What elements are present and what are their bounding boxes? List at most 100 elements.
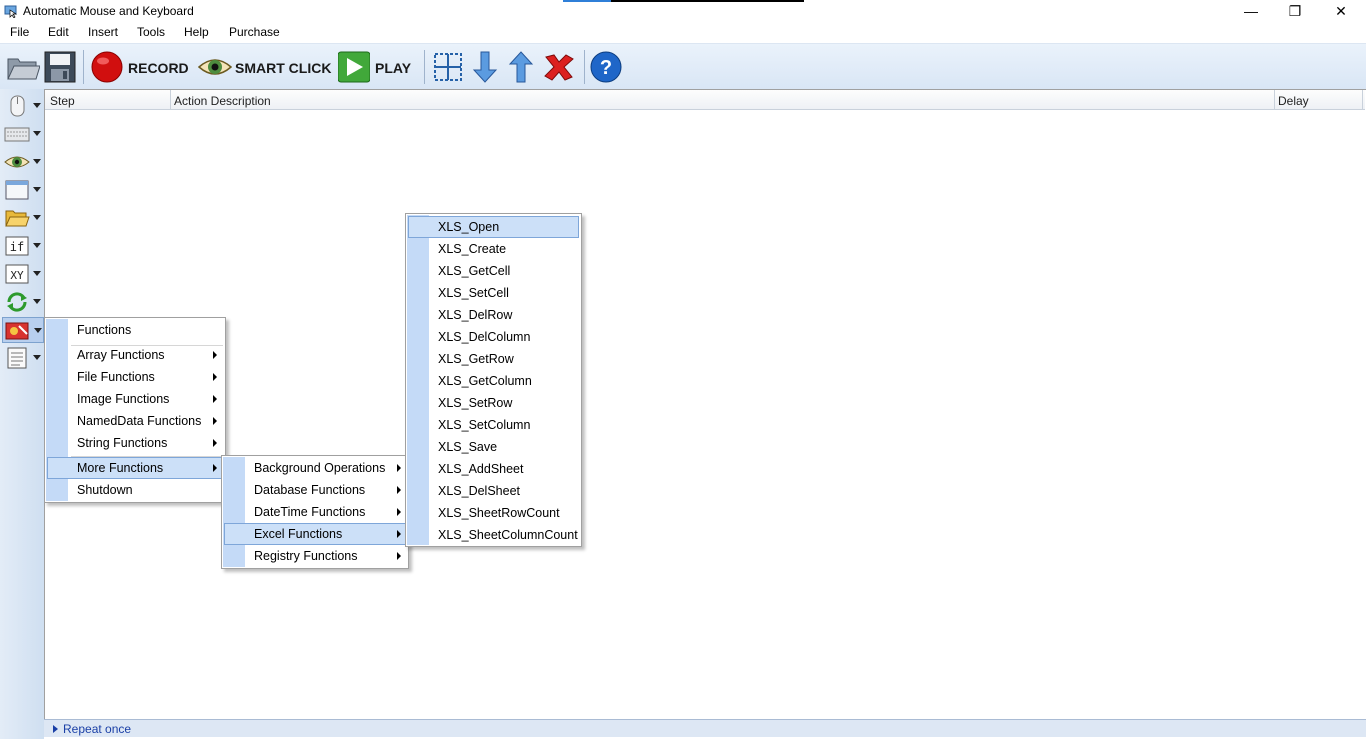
column-delay[interactable]: Delay (1278, 94, 1309, 108)
restore-button[interactable]: ❐ (1272, 0, 1318, 22)
menu-item-datetime-functions[interactable]: DateTime Functions (224, 501, 406, 523)
smart-click-eye-icon[interactable] (198, 51, 232, 83)
menu-item-xls-getrow[interactable]: XLS_GetRow (408, 348, 579, 370)
record-button[interactable]: RECORD (128, 60, 189, 76)
menu-purchase[interactable]: Purchase (229, 25, 280, 39)
menu-item-label: DateTime Functions (254, 505, 366, 519)
column-action-description[interactable]: Action Description (174, 94, 271, 108)
menu-item-label: Database Functions (254, 483, 366, 497)
menu-item-xls-sheetcolumncount[interactable]: XLS_SheetColumnCount (408, 524, 579, 546)
repeat-option[interactable]: Repeat once (63, 722, 131, 736)
menu-item-xls-save[interactable]: XLS_Save (408, 436, 579, 458)
menu-item-xls-delcolumn[interactable]: XLS_DelColumn (408, 326, 579, 348)
menu-item-database-functions[interactable]: Database Functions (224, 479, 406, 501)
menu-file[interactable]: File (10, 25, 29, 39)
eye-tool[interactable] (2, 149, 44, 175)
menu-item-image-functions[interactable]: Image Functions (47, 388, 223, 410)
menu-item-xls-addsheet[interactable]: XLS_AddSheet (408, 458, 579, 480)
menu-item-label: Shutdown (77, 483, 133, 497)
menu-item-label: File Functions (77, 370, 155, 384)
submenu-arrow-icon (213, 373, 217, 381)
menu-item-xls-setrow[interactable]: XLS_SetRow (408, 392, 579, 414)
close-button[interactable]: ✕ (1318, 0, 1364, 22)
menu-item-array-functions[interactable]: Array Functions (47, 344, 223, 366)
open-folder-icon[interactable] (6, 51, 40, 83)
menu-item-background-operations[interactable]: Background Operations (224, 457, 406, 479)
menu-item-xls-open[interactable]: XLS_Open (408, 216, 579, 238)
help-icon[interactable]: ? (590, 51, 622, 83)
column-divider[interactable] (170, 90, 171, 110)
folder-tool[interactable] (2, 205, 44, 231)
submenu-arrow-icon (213, 351, 217, 359)
eye-icon (4, 156, 30, 168)
chevron-down-icon (33, 243, 41, 248)
menu-item-xls-create[interactable]: XLS_Create (408, 238, 579, 260)
toolbar: RECORD SMART CLICK PLAY ? (0, 43, 1366, 89)
column-divider[interactable] (1274, 90, 1275, 110)
menu-item-xls-setcell[interactable]: XLS_SetCell (408, 282, 579, 304)
functions-icon (5, 322, 29, 340)
move-down-icon[interactable] (472, 51, 498, 83)
play-icon[interactable] (338, 51, 370, 83)
move-up-icon[interactable] (508, 51, 534, 83)
menu-item-xls-sheetrowcount[interactable]: XLS_SheetRowCount (408, 502, 579, 524)
menu-item-xls-delrow[interactable]: XLS_DelRow (408, 304, 579, 326)
loop-tool[interactable] (2, 289, 44, 315)
record-icon[interactable] (91, 51, 123, 83)
menu-item-file-functions[interactable]: File Functions (47, 366, 223, 388)
window-title: Automatic Mouse and Keyboard (23, 4, 194, 18)
menu-item-nameddata-functions[interactable]: NamedData Functions (47, 410, 223, 432)
submenu-arrow-icon (397, 552, 401, 560)
menu-item-xls-setcolumn[interactable]: XLS_SetColumn (408, 414, 579, 436)
minimize-button[interactable]: — (1228, 0, 1274, 22)
menu-item-xls-getcolumn[interactable]: XLS_GetColumn (408, 370, 579, 392)
expand-arrow-icon[interactable] (53, 725, 58, 733)
column-divider[interactable] (1362, 90, 1363, 110)
mouse-tool[interactable] (2, 93, 44, 119)
menu-item-label: Functions (77, 323, 132, 337)
menu-item-label: XLS_DelRow (438, 308, 513, 322)
menu-help[interactable]: Help (184, 25, 209, 39)
menu-edit[interactable]: Edit (48, 25, 69, 39)
menu-item-string-functions[interactable]: String Functions (47, 432, 223, 454)
window-icon (5, 180, 29, 200)
menu-item-label: Background Operations (254, 461, 386, 475)
menu-item-registry-functions[interactable]: Registry Functions (224, 545, 406, 567)
menu-item-xls-delsheet[interactable]: XLS_DelSheet (408, 480, 579, 502)
menu-item-label: XLS_SheetColumnCount (438, 528, 578, 542)
submenu-arrow-icon (213, 395, 217, 403)
if-tool[interactable]: if (2, 233, 44, 259)
functions-tool[interactable] (2, 317, 44, 343)
menu-item-label: XLS_AddSheet (438, 462, 524, 476)
menu-bar: File Edit Insert Tools Help Purchase (0, 22, 1366, 43)
xy-tool[interactable]: XY (2, 261, 44, 287)
chevron-down-icon (33, 159, 41, 164)
menu-item-label: NamedData Functions (77, 414, 202, 428)
play-button[interactable]: PLAY (375, 60, 411, 76)
script-icon (7, 347, 27, 369)
delete-icon[interactable] (542, 51, 576, 83)
script-tool[interactable] (2, 345, 44, 371)
menu-insert[interactable]: Insert (88, 25, 118, 39)
keyboard-icon (4, 127, 30, 142)
menu-item-shutdown[interactable]: Shutdown (47, 479, 223, 501)
save-icon[interactable] (43, 51, 77, 83)
submenu-arrow-icon (213, 439, 217, 447)
keyboard-tool[interactable] (2, 121, 44, 147)
column-step[interactable]: Step (50, 94, 75, 108)
smart-click-button[interactable]: SMART CLICK (235, 60, 331, 76)
menu-item-excel-functions[interactable]: Excel Functions (224, 523, 406, 545)
menu-item-label: XLS_SetColumn (438, 418, 531, 432)
submenu-arrow-icon (397, 530, 401, 538)
if-icon: if (5, 236, 29, 256)
script-grid[interactable]: Step Action Description Delay (44, 89, 1366, 719)
menu-item-functions[interactable]: Functions (47, 319, 223, 341)
menu-item-label: XLS_SetCell (438, 286, 509, 300)
window-tool[interactable] (2, 177, 44, 203)
menu-item-label: XLS_Create (438, 242, 507, 256)
menu-item-label: XLS_SheetRowCount (438, 506, 560, 520)
select-region-icon[interactable] (432, 51, 464, 83)
menu-tools[interactable]: Tools (137, 25, 165, 39)
menu-item-xls-getcell[interactable]: XLS_GetCell (408, 260, 579, 282)
menu-item-more-functions[interactable]: More Functions (47, 457, 223, 479)
